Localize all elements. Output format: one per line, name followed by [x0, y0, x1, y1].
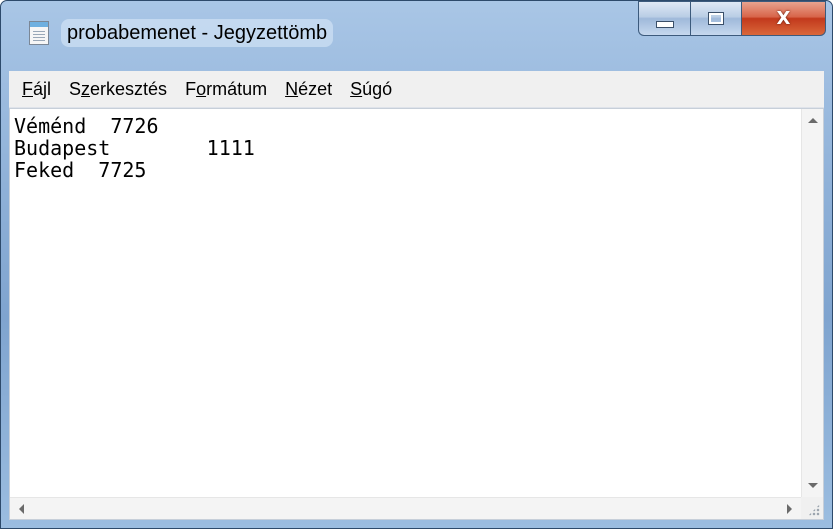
minimize-icon [655, 21, 674, 28]
notepad-icon[interactable] [29, 21, 49, 45]
title-bar[interactable]: probabemenet - Jegyzettömb X [1, 1, 832, 61]
editor-area: Véménd 7726 Budapest 1111 Feked 7725 [9, 108, 824, 520]
menu-bar: Fájl Szerkesztés Formátum Nézet Súgó [9, 71, 824, 108]
close-button[interactable]: X [742, 1, 826, 36]
menu-format[interactable]: Formátum [176, 72, 276, 106]
resize-grip-icon[interactable] [808, 504, 820, 516]
scroll-down-icon[interactable] [808, 483, 818, 488]
vertical-scrollbar[interactable] [801, 109, 823, 497]
close-icon: X [776, 8, 791, 29]
maximize-button[interactable] [690, 1, 742, 36]
minimize-button[interactable] [638, 1, 690, 36]
notepad-window: probabemenet - Jegyzettömb X Fájl Szerke… [0, 0, 833, 529]
window-title: probabemenet - Jegyzettömb [61, 19, 334, 47]
scroll-left-icon[interactable] [19, 504, 24, 514]
menu-help[interactable]: Súgó [341, 72, 401, 106]
menu-view[interactable]: Nézet [276, 72, 341, 106]
text-editor[interactable]: Véménd 7726 Budapest 1111 Feked 7725 [10, 109, 801, 497]
window-controls: X [638, 1, 826, 37]
resize-corner[interactable] [801, 497, 823, 519]
scroll-up-icon[interactable] [808, 118, 818, 123]
horizontal-scrollbar[interactable] [10, 497, 801, 519]
scroll-right-icon[interactable] [787, 504, 792, 514]
menu-file[interactable]: Fájl [13, 72, 60, 106]
maximize-icon [708, 12, 724, 25]
menu-edit[interactable]: Szerkesztés [60, 72, 176, 106]
